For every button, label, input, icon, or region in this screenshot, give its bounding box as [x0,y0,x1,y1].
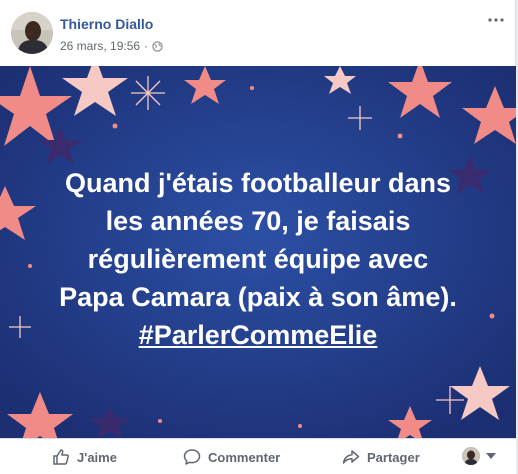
meta-separator: · [144,39,149,53]
post-card: Thierno Diallo 26 mars, 19:56 · Quand j'… [0,0,516,474]
thumbs-up-icon [53,449,69,465]
post-text-line: régulièrement équipe avec [87,244,429,274]
post-text-line: les années 70, je faisais [105,206,411,236]
post-text: Quand j'étais footballeur dans les année… [0,164,516,354]
comment-icon [183,449,201,465]
share-arrow-icon [342,450,360,464]
post-meta: 26 mars, 19:56 · [60,39,163,53]
share-label: Partager [367,449,420,465]
avatar-image [11,12,53,54]
more-options-icon[interactable] [488,14,504,24]
reaction-selector[interactable] [462,447,496,465]
post-date[interactable]: 26 mars, 19:56 [60,39,140,53]
post-text-line: Quand j'étais footballeur dans [65,168,451,198]
comment-button[interactable]: Commenter [183,448,280,466]
like-button[interactable]: J'aime [52,448,117,466]
hashtag-link[interactable]: #ParlerCommeElie [139,320,378,350]
like-label: J'aime [77,449,117,465]
globe-icon[interactable] [152,40,163,52]
comment-label: Commenter [208,449,281,465]
author-avatar[interactable] [11,12,53,54]
post-background: Quand j'étais footballeur dans les année… [0,66,516,438]
user-mini-avatar [462,447,480,465]
post-text-line: Papa Camara (paix à son âme). [59,282,457,312]
chevron-down-icon [486,453,496,459]
share-button[interactable]: Partager [342,448,420,466]
author-name[interactable]: Thierno Diallo [60,16,153,32]
action-bar: J'aime Commenter Partager [0,438,516,474]
post-header: Thierno Diallo 26 mars, 19:56 · [0,0,516,66]
